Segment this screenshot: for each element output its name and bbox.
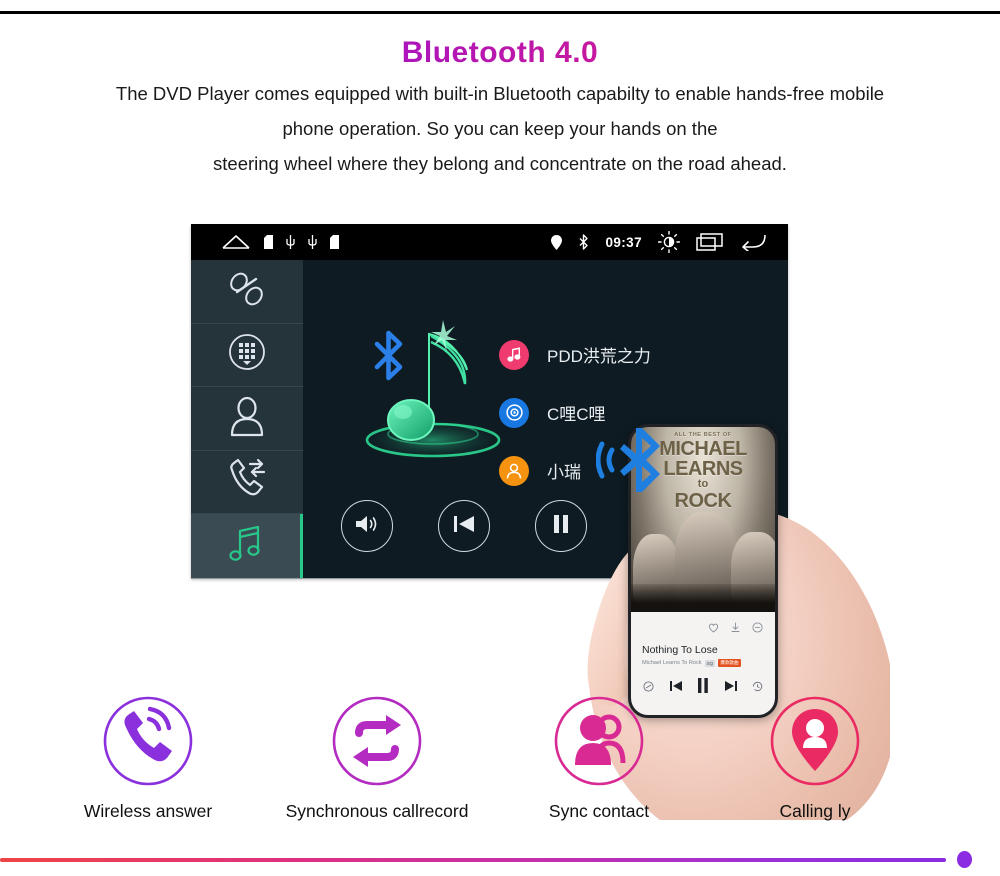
list-item[interactable]: PDD洪荒之力: [499, 332, 651, 377]
phone-transport-controls: [631, 667, 775, 698]
sidebar-item-callrecord[interactable]: [191, 451, 303, 514]
repeat-sync-icon: [331, 695, 423, 787]
feature-sync-contact[interactable]: Sync contact: [499, 695, 699, 822]
two-people-icon: [553, 695, 645, 787]
phone-song-title: Nothing To Lose: [642, 644, 718, 656]
feature-calling-ly[interactable]: Calling ly: [715, 695, 915, 822]
feature-wireless-answer[interactable]: Wireless answer: [48, 695, 248, 822]
feature-label: Wireless answer: [83, 801, 213, 821]
back-icon[interactable]: [740, 233, 766, 251]
description-paragraph: The DVD Player comes equipped with built…: [0, 76, 1000, 181]
playlist-item-title: PDD洪荒之力: [547, 347, 651, 366]
glowing-music-note: [351, 312, 516, 472]
feature-label: Synchronous callrecord: [285, 801, 469, 821]
dialpad-icon: [226, 331, 268, 378]
call-transfer-icon: [224, 458, 270, 505]
pause-button[interactable]: [535, 500, 587, 552]
previous-button[interactable]: [438, 500, 490, 552]
usb-icon: [308, 234, 317, 250]
description-line-2: phone operation. So you can keep your ha…: [282, 118, 718, 139]
sdcard-icon: [264, 235, 273, 249]
skip-previous-icon: [452, 514, 476, 539]
description-line-3: steering wheel where they belong and con…: [213, 153, 787, 174]
recent-apps-icon[interactable]: [696, 233, 724, 251]
music-note-icon: [499, 339, 529, 370]
minus-circle-icon[interactable]: [752, 620, 763, 638]
feature-label: Sync contact: [548, 801, 650, 821]
playlist-item-title: 小瑞: [547, 463, 581, 482]
bottom-divider-dot: [957, 851, 972, 868]
hot-badge: 爆款歌曲: [718, 659, 741, 667]
person-pin-icon: [769, 695, 861, 787]
music-note-icon: [227, 523, 267, 570]
contact-person-icon: [227, 395, 267, 442]
person-icon: [499, 455, 529, 486]
bluetooth-icon: [371, 330, 407, 387]
sdcard-icon: [330, 235, 339, 249]
sidebar-item-dialpad[interactable]: [191, 324, 303, 387]
phone-song-artist: Michael Learns To Rock: [642, 660, 702, 666]
description-line-1: The DVD Player comes equipped with built…: [115, 83, 885, 104]
speaker-icon: [354, 513, 380, 540]
phone-action-row: [631, 612, 775, 638]
photo-shadow: [631, 584, 775, 612]
feature-label: Calling ly: [779, 801, 851, 821]
bottom-gradient-divider: [0, 858, 946, 862]
download-icon[interactable]: [730, 620, 741, 638]
bluetooth-signal-icon: [595, 424, 682, 496]
sidebar-item-pair[interactable]: [191, 260, 303, 324]
sidebar-item-contacts[interactable]: [191, 387, 303, 451]
android-status-bar: 09:37: [191, 224, 788, 260]
disc-icon: [499, 397, 529, 428]
volume-button[interactable]: [341, 500, 393, 552]
top-divider: [0, 11, 1000, 14]
playlist-item-title: C哩C哩: [547, 405, 606, 424]
quality-badge: SQ: [704, 659, 716, 667]
heart-icon[interactable]: [708, 620, 719, 638]
promo-page: Bluetooth 4.0 The DVD Player comes equip…: [0, 0, 1000, 876]
pause-icon: [552, 514, 570, 539]
phone-ringing-icon: [102, 695, 194, 787]
status-clock: 09:37: [605, 234, 642, 250]
bluetooth-sidebar-nav: [191, 260, 303, 578]
brightness-icon[interactable]: [658, 231, 680, 253]
feature-row: Wireless answer Synchronous callrecord S…: [0, 695, 1000, 855]
sidebar-item-music[interactable]: [191, 514, 303, 578]
home-icon[interactable]: [221, 234, 251, 250]
bluetooth-icon: [578, 234, 589, 250]
band-photo: [631, 502, 775, 612]
page-title: Bluetooth 4.0: [0, 36, 1000, 70]
location-pin-icon: [551, 234, 563, 250]
phone-song-meta: Michael Learns To Rock SQ 爆款歌曲: [631, 656, 775, 667]
feature-synchronous-callrecord[interactable]: Synchronous callrecord: [277, 695, 477, 822]
link-pair-icon: [225, 269, 269, 314]
usb-icon: [286, 234, 295, 250]
